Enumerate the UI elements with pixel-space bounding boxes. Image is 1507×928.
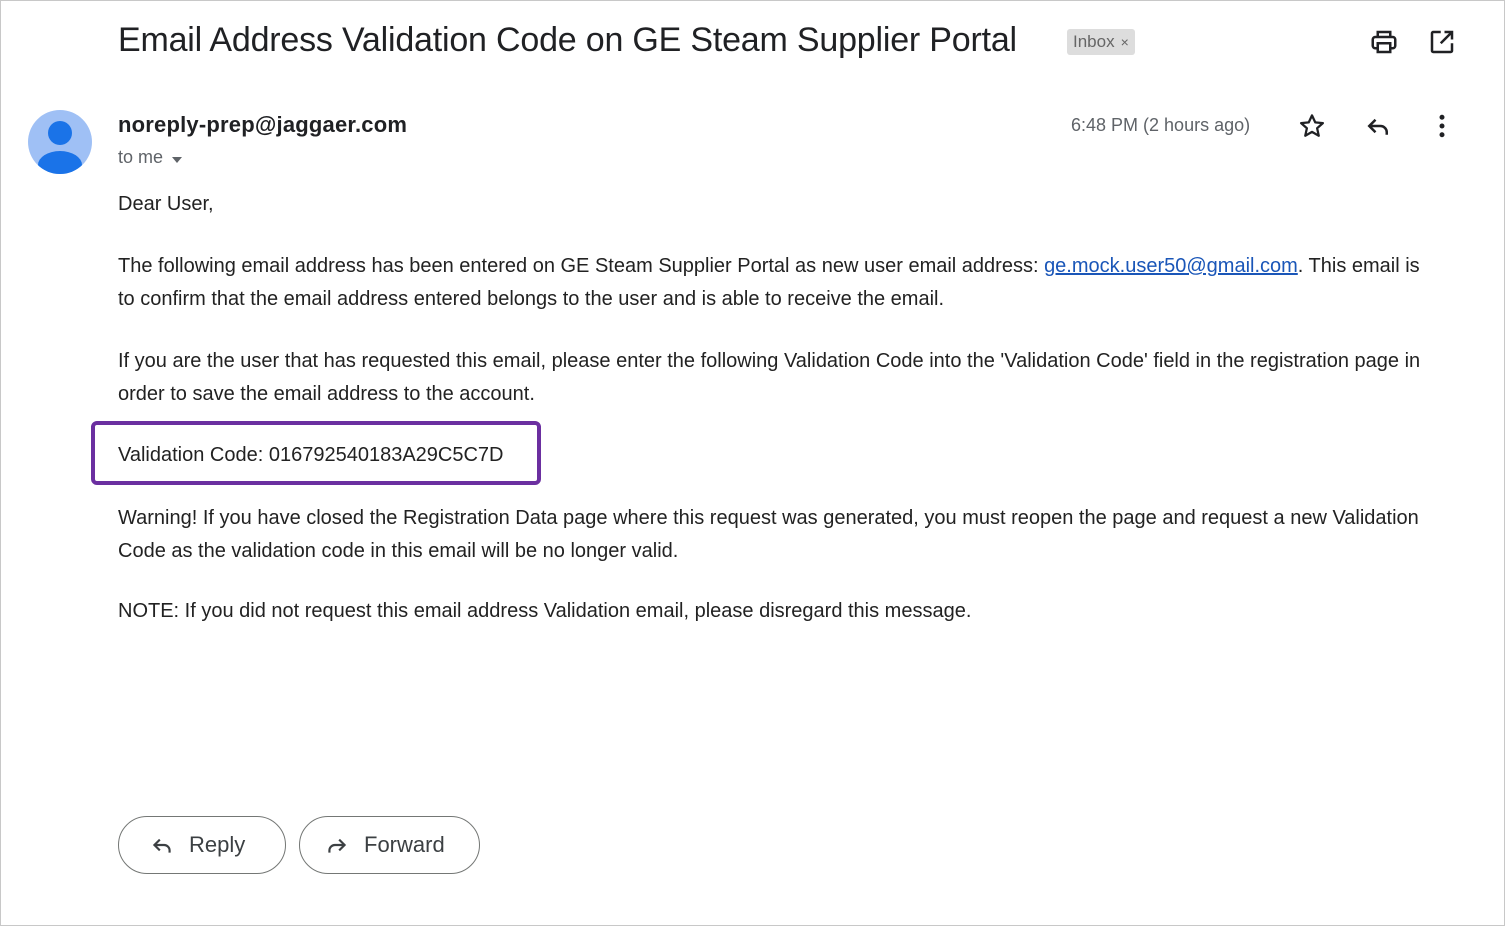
caret-down-icon[interactable] bbox=[171, 148, 183, 169]
warning-paragraph: Warning! If you have closed the Registra… bbox=[118, 507, 1419, 562]
email-view: Email Address Validation Code on GE Stea… bbox=[0, 0, 1505, 926]
email-timestamp: 6:48 PM (2 hours ago) bbox=[1071, 115, 1251, 135]
recipient-details[interactable]: to me bbox=[118, 147, 183, 169]
sender-address[interactable]: noreply-prep@jaggaer.com bbox=[118, 112, 407, 138]
forward-icon bbox=[324, 832, 350, 858]
note-paragraph: NOTE: If you did not request this email … bbox=[118, 600, 972, 622]
email-subject: Email Address Validation Code on GE Stea… bbox=[118, 21, 1017, 59]
reply-icon[interactable] bbox=[1363, 111, 1393, 141]
body-paragraph-1: The following email address has been ent… bbox=[118, 250, 1428, 316]
inbox-label-chip[interactable]: Inbox × bbox=[1067, 29, 1135, 55]
open-in-new-window-icon[interactable] bbox=[1427, 27, 1457, 57]
print-icon[interactable] bbox=[1369, 27, 1399, 57]
remove-label-icon[interactable]: × bbox=[1121, 34, 1129, 50]
reply-icon bbox=[149, 832, 175, 858]
reply-button-label: Reply bbox=[189, 832, 246, 857]
user-email-link[interactable]: ge.mock.user50@gmail.com bbox=[1044, 255, 1298, 277]
recipient-label: to me bbox=[118, 147, 164, 167]
more-vertical-icon[interactable] bbox=[1427, 111, 1457, 141]
greeting-text: Dear User, bbox=[118, 193, 214, 215]
body-paragraph-1-start: The following email address has been ent… bbox=[118, 255, 1045, 277]
reply-button[interactable]: Reply bbox=[118, 816, 286, 874]
forward-button-label: Forward bbox=[364, 832, 445, 857]
star-icon[interactable] bbox=[1297, 111, 1327, 141]
body-paragraph-2: If you are the user that has requested t… bbox=[118, 350, 1421, 405]
default-avatar-icon bbox=[28, 110, 92, 174]
inbox-label-text: Inbox bbox=[1073, 32, 1115, 51]
forward-button[interactable]: Forward bbox=[299, 816, 480, 874]
validation-code-text: Validation Code: 016792540183A29C5C7D bbox=[118, 444, 504, 466]
